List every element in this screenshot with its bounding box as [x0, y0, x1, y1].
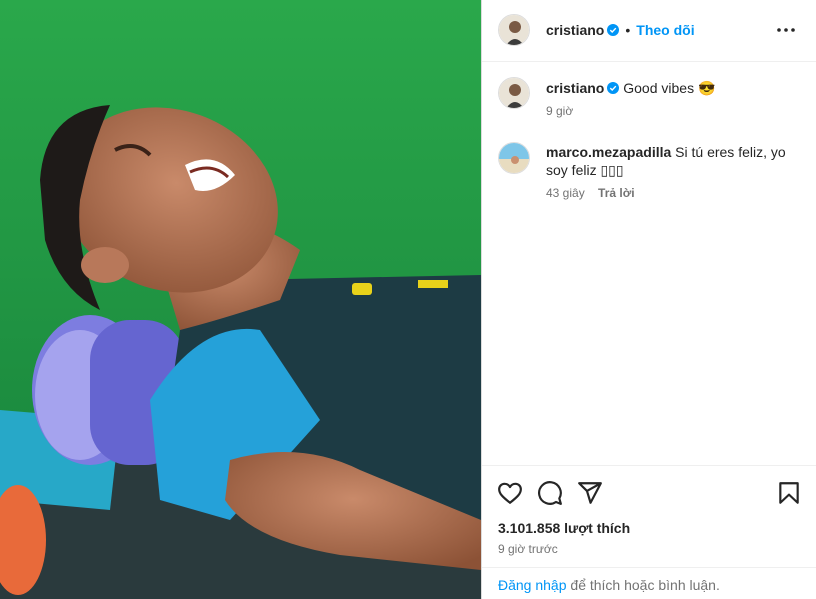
- header-username[interactable]: cristiano: [546, 22, 604, 38]
- share-send-icon[interactable]: [577, 480, 603, 506]
- avatar-image: [499, 15, 529, 45]
- login-link[interactable]: Đăng nhập: [498, 577, 567, 593]
- separator-dot: •: [625, 22, 631, 38]
- comment-avatar[interactable]: [498, 142, 530, 174]
- comment-username[interactable]: marco.mezapadilla: [546, 144, 671, 160]
- verified-badge-icon: [607, 24, 620, 36]
- verified-badge-icon: [607, 82, 620, 94]
- post-header: cristiano • Theo dõi: [482, 0, 816, 62]
- comment-avatar-image: [499, 143, 529, 173]
- caption-block: cristiano Good vibes 😎 9 giờ: [546, 79, 801, 118]
- reply-button[interactable]: Trả lời: [598, 186, 635, 200]
- like-count[interactable]: 3.101.858 lượt thích: [498, 520, 630, 536]
- follow-button[interactable]: Theo dõi: [636, 22, 694, 38]
- caption-avatar[interactable]: [498, 77, 530, 109]
- caption-text: Good vibes 😎: [623, 80, 716, 96]
- comment-time: 43 giây: [546, 186, 585, 200]
- save-bookmark-icon[interactable]: [776, 480, 802, 506]
- post-image[interactable]: [0, 0, 481, 599]
- login-prompt: Đăng nhập để thích hoặc bình luận.: [482, 567, 816, 599]
- post-side-panel: cristiano • Theo dõi cristiano Good vibes …: [481, 0, 816, 599]
- post-photo-illustration: [0, 0, 481, 599]
- post-timestamp[interactable]: 9 giờ trước: [498, 542, 558, 556]
- caption-username[interactable]: cristiano: [546, 80, 604, 96]
- action-bar: [482, 465, 816, 518]
- avatar[interactable]: [498, 14, 530, 46]
- login-prompt-text: để thích hoặc bình luận.: [566, 577, 720, 593]
- comment-item: marco.mezapadilla Si tú eres feliz, yo s…: [546, 143, 796, 200]
- like-heart-icon[interactable]: [497, 480, 523, 506]
- caption-time: 9 giờ: [546, 104, 574, 118]
- comment-bubble-icon[interactable]: [537, 480, 563, 506]
- caption-avatar-image: [499, 78, 529, 108]
- more-horizontal-icon[interactable]: [774, 22, 798, 38]
